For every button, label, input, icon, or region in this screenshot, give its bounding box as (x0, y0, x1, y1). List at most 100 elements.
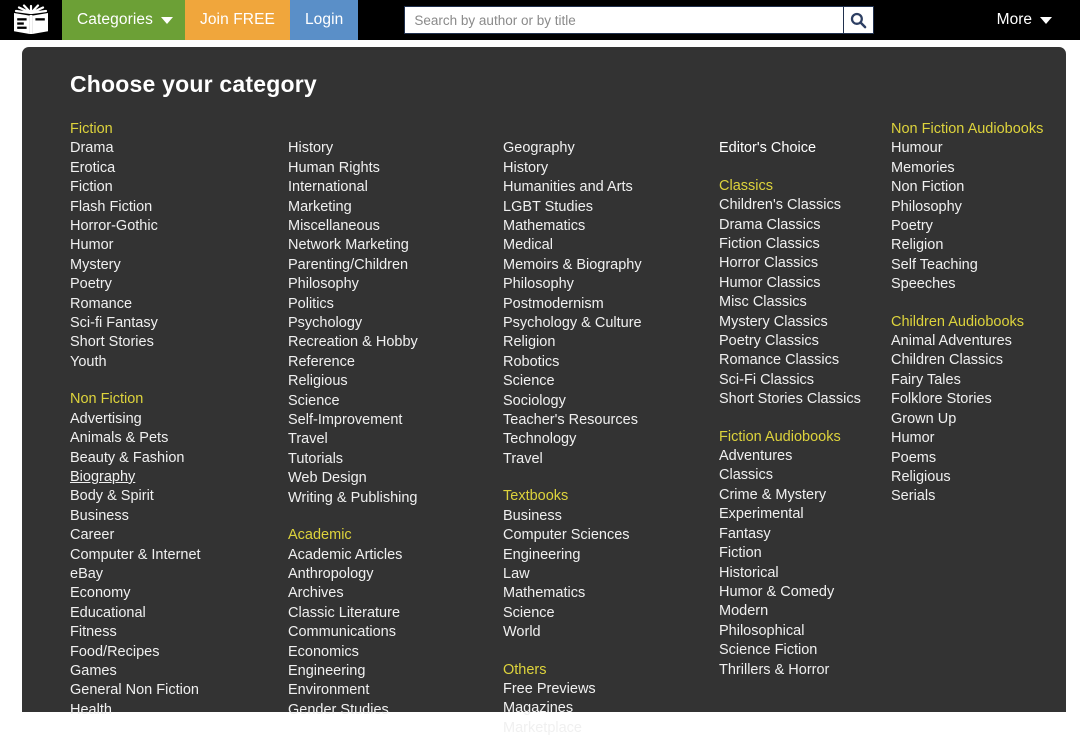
category-link[interactable]: Beauty & Fashion (70, 449, 288, 468)
category-link[interactable]: Mathematics (503, 584, 719, 603)
category-link[interactable]: Thrillers & Horror (719, 661, 891, 680)
category-link[interactable]: Sci-Fi Classics (719, 371, 891, 390)
category-link[interactable]: Mystery Classics (719, 313, 891, 332)
join-free-button[interactable]: Join FREE (184, 0, 290, 40)
category-link[interactable]: Mathematics (503, 217, 719, 236)
category-link[interactable]: World (503, 623, 719, 642)
category-link[interactable]: Psychology & Culture (503, 314, 719, 333)
category-group-heading[interactable]: Fiction (70, 120, 288, 139)
category-link[interactable]: Serials (891, 487, 1080, 506)
category-link[interactable]: Poetry (70, 275, 288, 294)
category-link[interactable]: Animals & Pets (70, 429, 288, 448)
category-group-heading[interactable]: Non Fiction (70, 390, 288, 409)
category-link[interactable]: Politics (288, 295, 503, 314)
category-group-heading[interactable]: Textbooks (503, 487, 719, 506)
category-link[interactable]: Short Stories (70, 333, 288, 352)
category-link[interactable]: Non Fiction (891, 178, 1080, 197)
category-link[interactable]: Humanities and Arts (503, 178, 719, 197)
category-link[interactable]: Travel (503, 450, 719, 469)
category-link[interactable]: Engineering (288, 662, 503, 681)
category-link[interactable]: Misc Classics (719, 293, 891, 312)
category-link[interactable]: Fairy Tales (891, 371, 1080, 390)
category-link[interactable]: Economy (70, 584, 288, 603)
category-link[interactable]: Computer & Internet (70, 546, 288, 565)
category-link[interactable]: Humour (891, 139, 1080, 158)
category-link[interactable]: Business (503, 507, 719, 526)
category-link[interactable]: Philosophy (503, 275, 719, 294)
category-link[interactable]: Memoirs & Biography (503, 256, 719, 275)
category-link[interactable]: Communications (288, 623, 503, 642)
category-link[interactable]: Recreation & Hobby (288, 333, 503, 352)
category-group-heading[interactable]: Children Audiobooks (891, 313, 1080, 332)
category-link[interactable]: Romance (70, 295, 288, 314)
category-group-heading[interactable]: Others (503, 661, 719, 680)
category-link[interactable]: Grown Up (891, 410, 1080, 429)
category-link[interactable]: Crime & Mystery (719, 486, 891, 505)
category-link[interactable]: Travel (288, 430, 503, 449)
category-link[interactable]: Economics (288, 643, 503, 662)
category-group-heading[interactable]: Academic (288, 526, 503, 545)
category-link[interactable]: Humor & Comedy (719, 583, 891, 602)
category-link[interactable]: History (288, 139, 503, 158)
category-link[interactable]: Teacher's Resources (503, 411, 719, 430)
category-link[interactable]: Humor Classics (719, 274, 891, 293)
category-link[interactable]: Academic Articles (288, 546, 503, 565)
category-link[interactable]: Computer Sciences (503, 526, 719, 545)
category-link[interactable]: Reference (288, 353, 503, 372)
category-link[interactable]: Animal Adventures (891, 332, 1080, 351)
category-link[interactable]: Writing & Publishing (288, 489, 503, 508)
category-link[interactable]: Speeches (891, 275, 1080, 294)
site-logo[interactable] (0, 0, 62, 40)
category-link[interactable]: Philosophy (288, 275, 503, 294)
category-link[interactable]: Self-Improvement (288, 411, 503, 430)
category-link[interactable]: Fantasy (719, 525, 891, 544)
category-link[interactable]: Educational (70, 604, 288, 623)
category-link[interactable]: Medical (503, 236, 719, 255)
category-link[interactable]: Folklore Stories (891, 390, 1080, 409)
search-input[interactable] (405, 7, 844, 33)
category-link[interactable]: Web Design (288, 469, 503, 488)
category-link[interactable]: Religion (891, 236, 1080, 255)
category-link[interactable]: Humor (70, 236, 288, 255)
category-link[interactable]: Advertising (70, 410, 288, 429)
category-group-heading[interactable]: Editor's Choice (719, 139, 891, 158)
category-group-heading[interactable]: Fiction Audiobooks (719, 428, 891, 447)
category-link[interactable]: Classic Literature (288, 604, 503, 623)
category-link[interactable]: Erotica (70, 159, 288, 178)
category-link[interactable]: Poetry Classics (719, 332, 891, 351)
category-link[interactable]: Technology (503, 430, 719, 449)
category-link[interactable]: Mystery (70, 256, 288, 275)
category-link[interactable]: Anthropology (288, 565, 503, 584)
category-group-heading[interactable]: Classics (719, 177, 891, 196)
category-link[interactable]: Youth (70, 353, 288, 372)
search-submit-button[interactable] (843, 7, 874, 33)
category-link[interactable]: Tutorials (288, 450, 503, 469)
category-link[interactable]: Science (503, 372, 719, 391)
category-link[interactable]: Business (70, 507, 288, 526)
category-link[interactable]: Fitness (70, 623, 288, 642)
category-link[interactable]: Miscellaneous (288, 217, 503, 236)
category-link[interactable]: Gender Studies (288, 701, 503, 720)
category-link[interactable]: Marketing (288, 198, 503, 217)
category-link[interactable]: Body & Spirit (70, 487, 288, 506)
category-link[interactable]: International (288, 178, 503, 197)
category-link[interactable]: Religious (891, 468, 1080, 487)
category-link[interactable]: Philosophy (891, 198, 1080, 217)
category-link[interactable]: Adventures (719, 447, 891, 466)
category-link[interactable]: Archives (288, 584, 503, 603)
category-link[interactable]: Biography (70, 468, 288, 487)
category-link[interactable]: Law (503, 565, 719, 584)
category-link[interactable]: History (503, 159, 719, 178)
category-link[interactable]: Health (70, 701, 288, 720)
category-link[interactable]: Religion (503, 333, 719, 352)
category-link[interactable]: Science Fiction (719, 641, 891, 660)
categories-button[interactable]: Categories (62, 0, 185, 40)
more-menu-button[interactable]: More (997, 11, 1052, 29)
category-link[interactable]: Games (70, 662, 288, 681)
category-link[interactable]: Science (503, 604, 719, 623)
category-link[interactable]: Fiction Classics (719, 235, 891, 254)
category-link[interactable]: Poems (891, 449, 1080, 468)
category-link[interactable]: Geography (503, 139, 719, 158)
category-link[interactable]: LGBT Studies (503, 198, 719, 217)
category-link[interactable]: Self Teaching (891, 256, 1080, 275)
